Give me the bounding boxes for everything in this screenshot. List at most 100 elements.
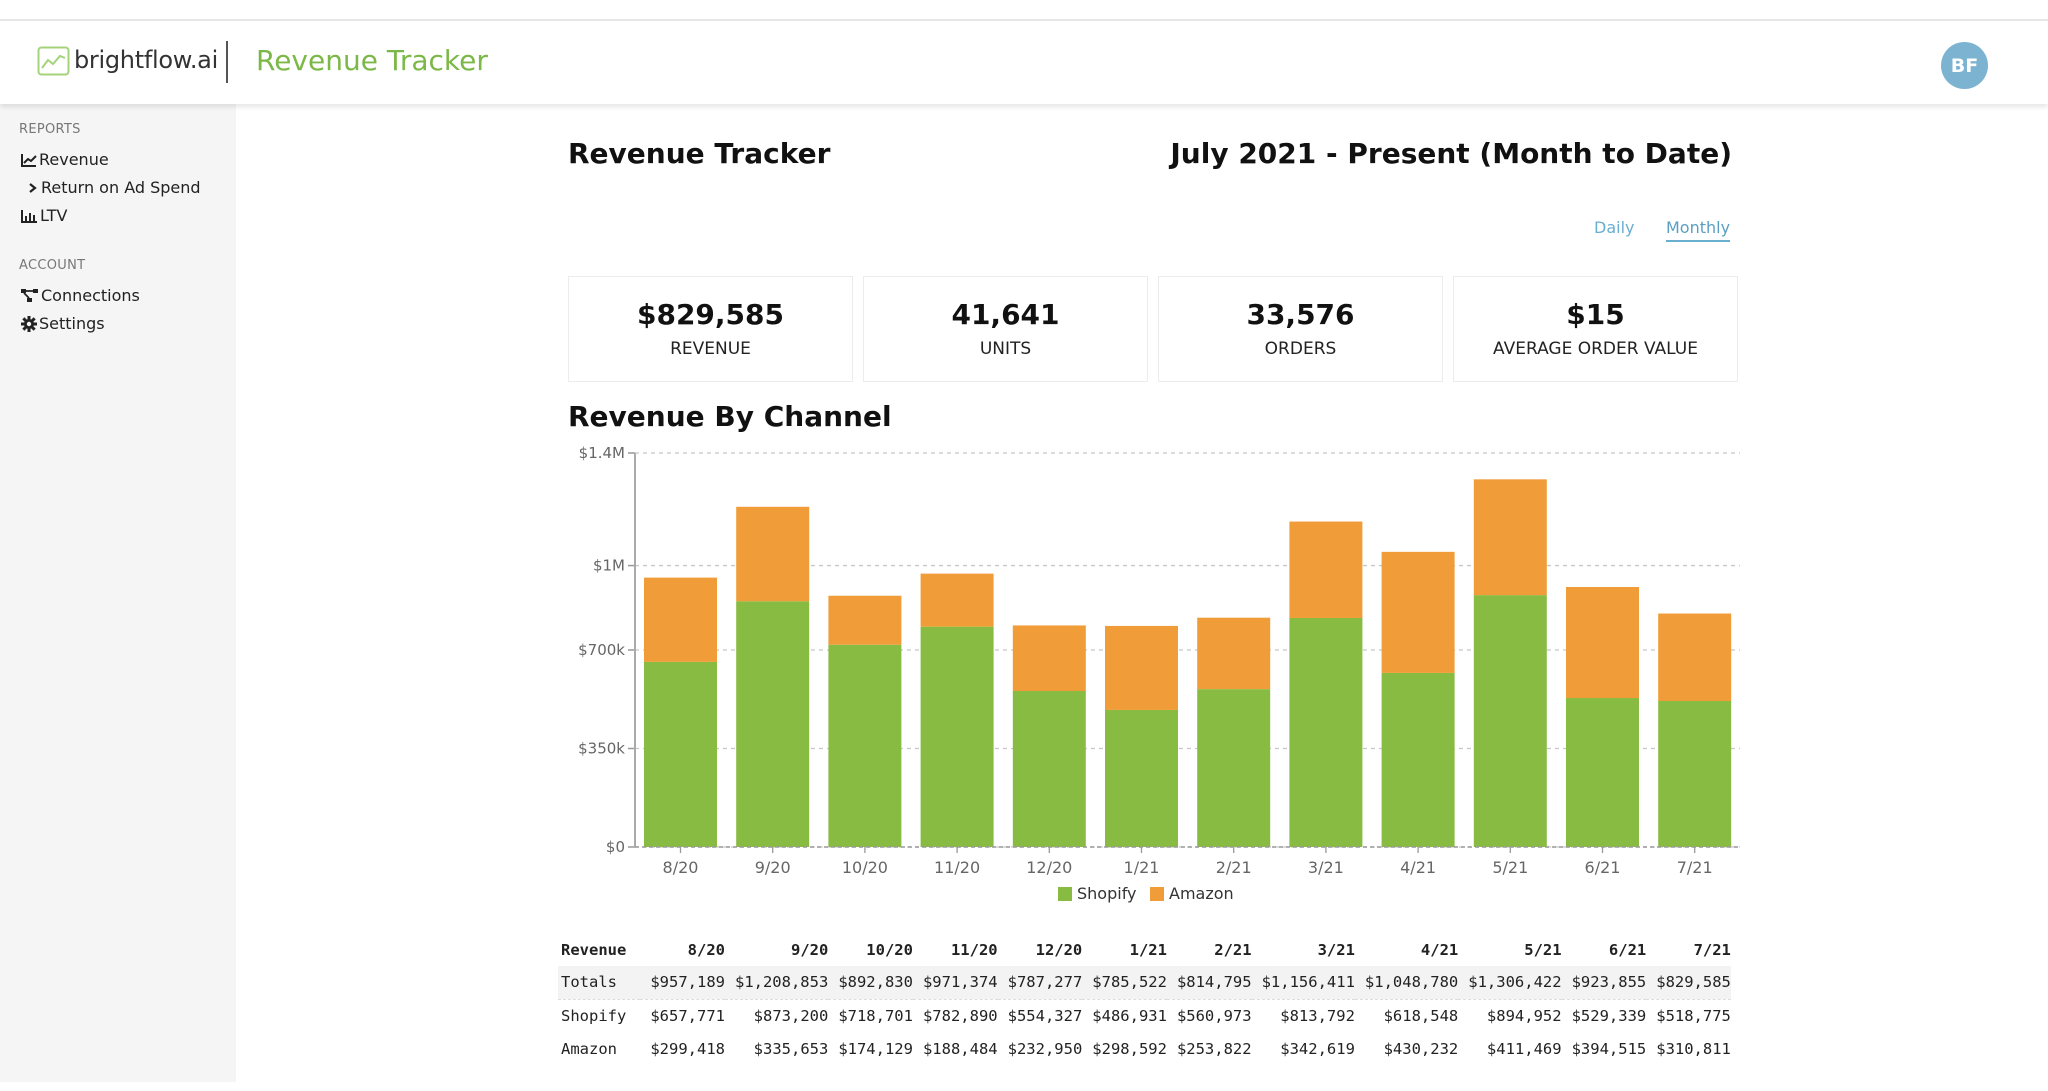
sidebar-section-account: ACCOUNT [19,258,86,273]
x-tick-label: 6/21 [1585,858,1621,877]
bar-amazon-4-21 [1381,551,1455,673]
legend-label-amazon: Amazon [1169,884,1234,903]
sidebar-item-return-on-ad-spend[interactable]: Return on Ad Spend [27,178,201,197]
y-tick-label: $0 [606,838,625,856]
table-cell: $813,792 [1280,1006,1355,1025]
bar-shopify-12-20 [1012,690,1086,847]
table-cell: $310,811 [1656,1039,1731,1058]
table-cell: $971,374 [912,966,998,1000]
bar-amazon-7-21 [1658,613,1732,702]
table-cell: $560,973 [1176,1006,1252,1025]
table-cell: $894,952 [1486,1006,1562,1025]
bar-amazon-12-20 [1012,625,1086,691]
y-tick-label: $1.4M [579,444,625,462]
bar-amazon-8-20 [644,577,717,662]
x-tick-label: 10/20 [842,858,888,877]
bar-shopify-2-21 [1197,689,1271,847]
table-cell: $618,548 [1383,1006,1459,1025]
y-tick-label: $1M [593,557,625,575]
table-row-amazon: Amazon $299,418 $335,653 $174,129 $188,484 $2… [558,1032,1731,1065]
bar-amazon-10-20 [828,595,902,645]
bar-shopify-3-21 [1289,617,1363,847]
x-tick-label: 7/21 [1677,858,1713,877]
bar-shopify-10-20 [828,644,902,847]
table-cell: $188,484 [922,1039,998,1058]
line-chart-icon [21,153,37,167]
table-cell: $394,515 [1571,1039,1647,1058]
legend-swatch-amazon [1150,887,1164,901]
user-avatar[interactable]: BF [1941,42,1988,89]
toggle-daily[interactable]: Daily [1594,218,1634,237]
date-range: July 2021 - Present (Month to Date) [1170,137,1732,170]
table-cell: $518,775 [1656,1006,1731,1025]
x-tick-label: 9/20 [755,858,791,877]
table-header-row: Revenue 8/20 9/20 10/20 11/20 12/20 1/21 2/21 3/… [558,933,1731,966]
gear-icon [21,315,37,332]
bar-amazon-3-21 [1289,521,1363,618]
bar-shopify-11-20 [920,626,994,847]
table-cell: $718,701 [838,1006,913,1025]
sidebar-item-settings[interactable]: Settings [21,314,105,333]
table-cell: $486,931 [1092,1006,1167,1025]
table-cell: $957,189 [640,966,725,1000]
connections-icon [21,288,38,302]
sidebar: REPORTS Revenue Return on Ad Spend LTV A… [0,104,236,1082]
sidebar-item-label: Return on Ad Spend [41,178,201,197]
sidebar-item-label: Connections [41,286,140,305]
chevron-right-icon [29,182,37,193]
row-label: Shopify [561,1006,627,1025]
bar-amazon-5-21 [1473,479,1547,596]
table-header-month: 2/21 [1214,940,1252,959]
table-cell: $298,592 [1092,1039,1167,1058]
app-header: brightflow.ai Revenue Tracker BF [0,22,2048,104]
kpi-label: REVENUE [670,339,751,359]
table-cell: $1,208,853 [724,966,829,1000]
sidebar-item-revenue[interactable]: Revenue [21,150,109,169]
browser-top-strip [0,0,2048,21]
table-header-month: 11/20 [950,940,998,959]
table-cell: $232,950 [1007,1039,1083,1058]
table-header-month: 9/20 [790,940,829,959]
table-cell: $782,890 [922,1006,998,1025]
bar-amazon-9-20 [736,506,810,602]
table-cell: $529,339 [1571,1006,1647,1025]
table-header-month: 10/20 [866,940,913,959]
bar-amazon-6-21 [1566,587,1639,699]
bar-shopify-6-21 [1566,698,1639,847]
sidebar-item-ltv[interactable]: LTV [21,206,67,225]
table-header-month: 4/21 [1420,940,1459,959]
bar-shopify-8-20 [644,661,717,847]
header-divider [226,41,228,83]
table-cell: $335,653 [753,1039,829,1058]
kpi-value: $15 [1566,298,1625,331]
row-label: Amazon [561,1039,617,1058]
table-header-month: 12/20 [1035,940,1083,959]
table-cell: $923,855 [1561,966,1647,1000]
sidebar-item-label: Revenue [39,150,109,169]
bar-shopify-1-21 [1105,709,1178,847]
kpi-value: 33,576 [1246,298,1355,331]
kpi-value: $829,585 [636,298,784,331]
bar-amazon-1-21 [1105,625,1178,710]
toggle-monthly[interactable]: Monthly [1666,218,1731,242]
bar-shopify-4-21 [1381,672,1455,847]
table-cell: $814,795 [1166,966,1252,1000]
x-tick-label: 5/21 [1492,858,1528,877]
brand-name: brightflow.ai [74,46,218,74]
kpi-card-average-order-value: $15 AVERAGE ORDER VALUE [1453,276,1738,382]
table-row-totals: Totals $957,189 $1,208,853 $892,830 $971,374… [558,966,1731,1000]
kpi-label: ORDERS [1264,339,1337,359]
row-label: Totals [558,966,641,1000]
bar-shopify-9-20 [736,601,810,847]
table-cell: $299,418 [650,1039,725,1058]
table-cell: $174,129 [838,1039,913,1058]
table-header-month: 7/21 [1693,940,1731,959]
y-tick-label: $700k [578,641,625,659]
table-cell: $1,156,411 [1251,966,1355,1000]
sidebar-item-connections[interactable]: Connections [21,286,140,305]
table-row-shopify: Shopify $657,771 $873,200 $718,701 $782,890 $… [558,999,1731,1032]
y-tick-label: $350k [578,740,625,758]
table-cell: $892,830 [828,966,913,1000]
revenue-by-channel-chart: $0 $350k $700k $1M $1.4M 8/20 9/20 10/20 11/20 12… [578,444,1740,903]
table-cell: $554,327 [1007,1006,1083,1025]
